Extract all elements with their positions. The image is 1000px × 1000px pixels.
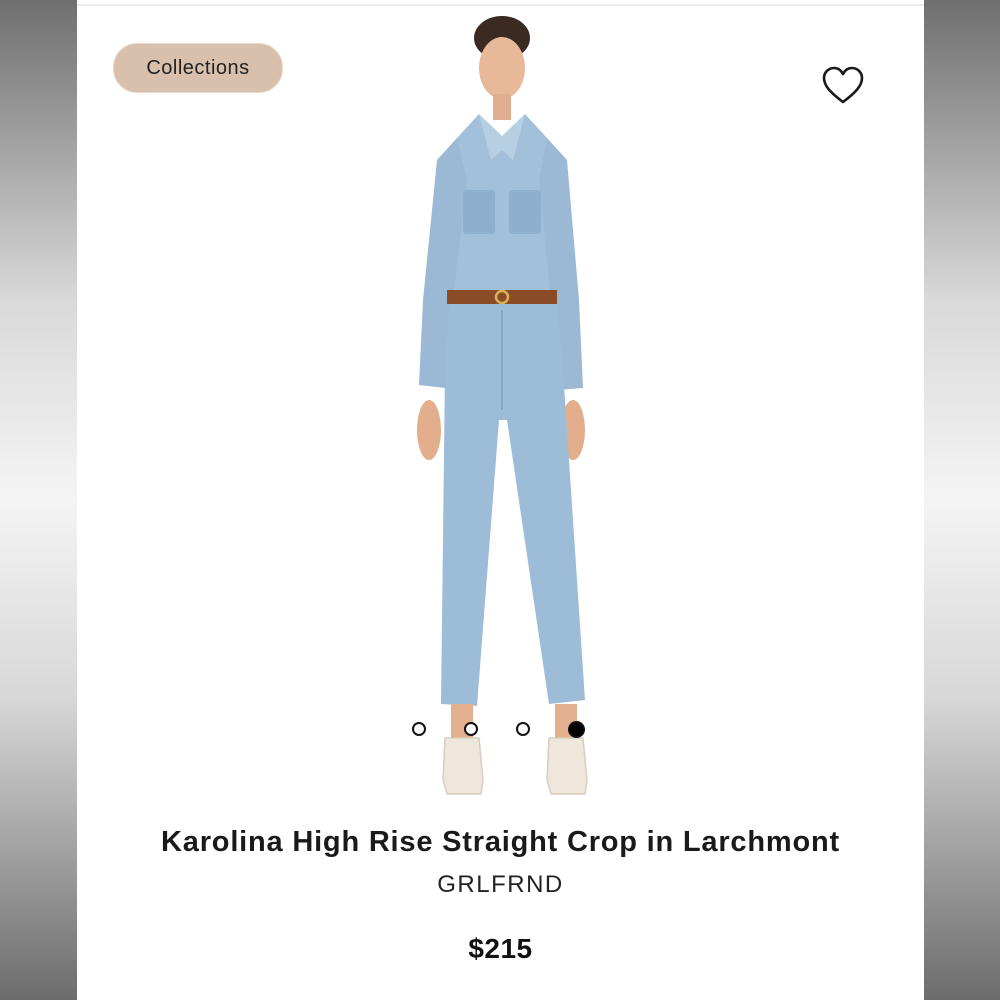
right-shoe — [546, 737, 588, 795]
product-title: Karolina High Rise Straight Crop in Larc… — [161, 826, 840, 858]
heart-icon[interactable] — [821, 66, 865, 106]
collections-chip-label: Collections — [146, 56, 250, 79]
right-pocket — [509, 190, 541, 234]
right-backdrop — [924, 0, 1000, 1000]
carousel-indicators — [412, 720, 592, 740]
header-divider — [77, 4, 924, 6]
carousel-dot-4-active[interactable] — [568, 721, 585, 738]
carousel-dot-1[interactable] — [412, 722, 426, 736]
left-backdrop — [0, 0, 77, 1000]
product-photo — [417, 16, 588, 795]
product-card: Collections Karolina High Rise Straight … — [77, 0, 924, 1000]
face — [479, 37, 525, 99]
neck — [493, 94, 511, 120]
product-price: $215 — [468, 933, 533, 964]
left-pocket — [463, 190, 495, 234]
carousel-dot-3[interactable] — [516, 722, 530, 736]
carousel-dot-2[interactable] — [464, 722, 478, 736]
collections-chip[interactable]: Collections — [113, 43, 283, 93]
left-shoe — [442, 737, 484, 795]
left-hand — [417, 400, 441, 460]
product-brand: GRLFRND — [437, 871, 564, 898]
